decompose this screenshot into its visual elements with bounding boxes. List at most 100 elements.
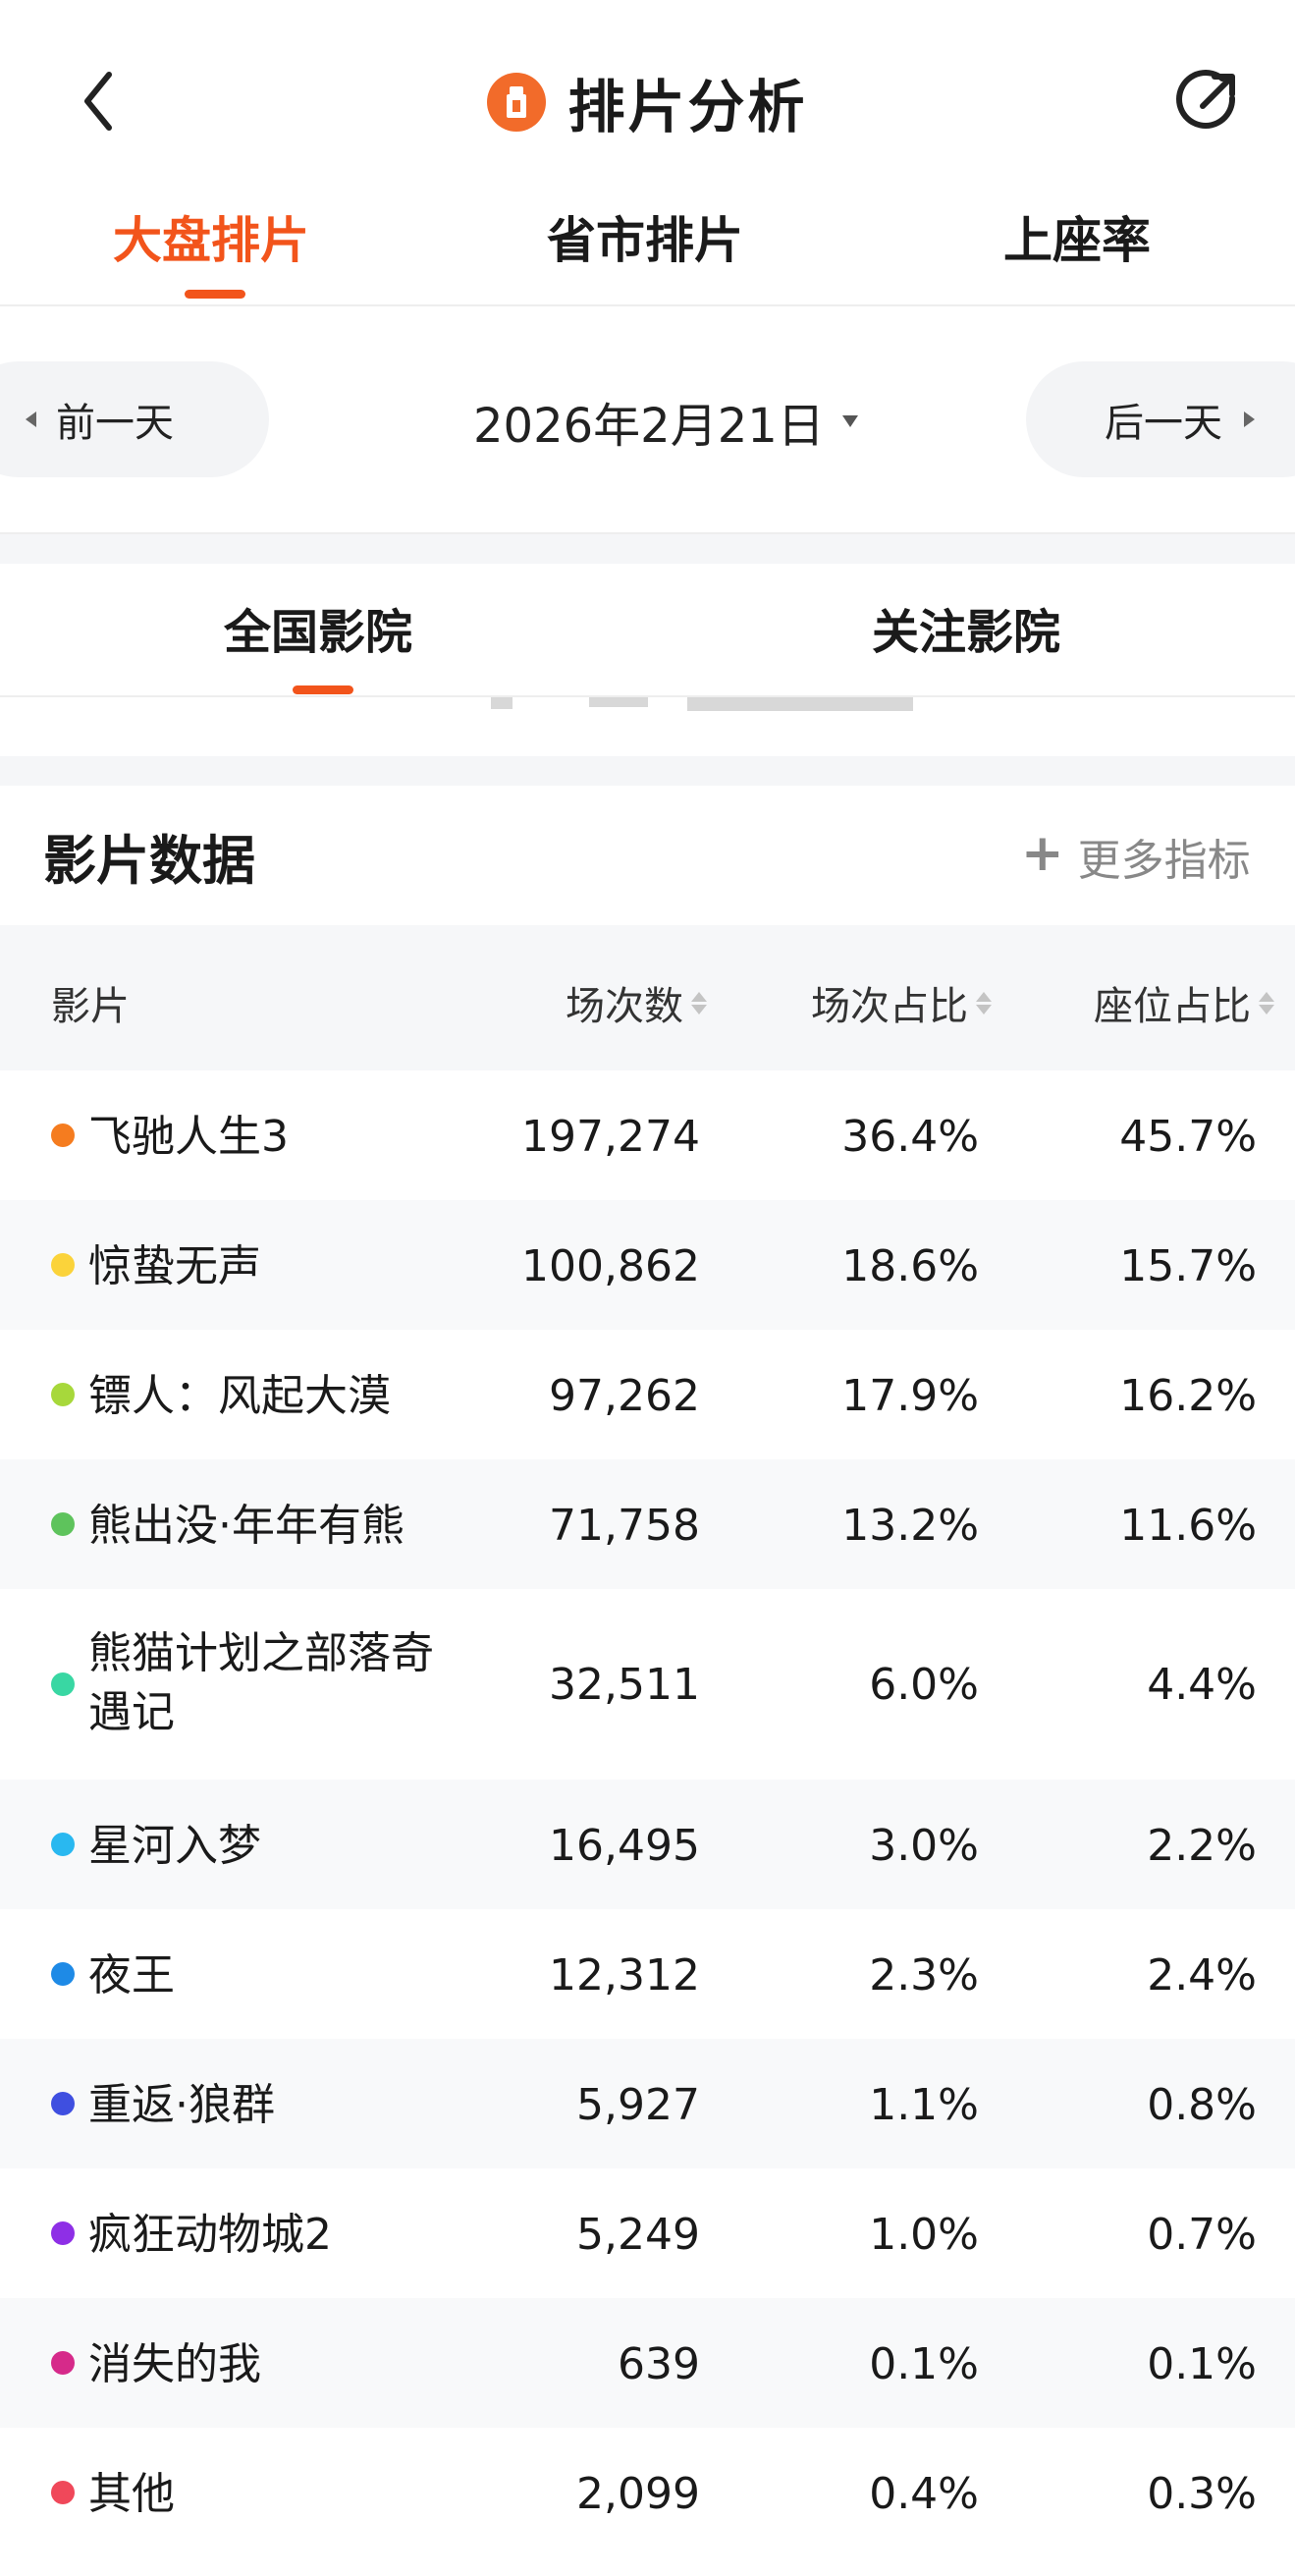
film-table: 飞驰人生3 197,274 36.4% 45.7% 惊蛰无声 100,862 1… — [0, 1070, 1295, 2557]
column-header-seat-share[interactable]: 座位占比 — [1094, 974, 1274, 1031]
tab-occupancy[interactable]: 上座率 — [1003, 201, 1151, 272]
seat-share-value: 15.7% — [1119, 1241, 1257, 1291]
share-button[interactable] — [1173, 67, 1242, 136]
column-header-film: 影片 — [51, 984, 130, 1029]
film-name: 惊蛰无声 — [88, 1241, 261, 1291]
table-row[interactable]: 其他 2,099 0.4% 0.3% — [0, 2428, 1295, 2557]
seat-share-value: 2.4% — [1147, 1950, 1257, 2001]
film-name: 熊出没·年年有熊 — [88, 1501, 405, 1551]
next-day-button[interactable]: 后一天 — [1026, 361, 1295, 477]
seat-share-value: 45.7% — [1119, 1112, 1257, 1162]
table-row[interactable]: 星河入梦 16,495 3.0% 2.2% — [0, 1780, 1295, 1909]
sort-icon — [691, 991, 707, 1014]
film-name: 熊猫计划之部落奇遇记 — [88, 1628, 434, 1737]
caret-right-icon — [1244, 411, 1255, 427]
show-share-value: 1.0% — [869, 2210, 979, 2260]
table-row[interactable]: 重返·狼群 5,927 1.1% 0.8% — [0, 2039, 1295, 2168]
sort-icon — [976, 991, 992, 1014]
column-header-show-share-label: 场次占比 — [811, 984, 968, 1029]
seat-share-value: 11.6% — [1119, 1501, 1257, 1551]
shows-value: 32,511 — [549, 1660, 700, 1710]
column-header-seat-share-label: 座位占比 — [1094, 984, 1251, 1029]
table-row[interactable]: 飞驰人生3 197,274 36.4% 45.7% — [0, 1070, 1295, 1200]
seat-share-value: 0.7% — [1147, 2210, 1257, 2260]
shows-value: 197,274 — [521, 1112, 700, 1162]
main-tabs: 大盘排片 省市排片 上座率 — [0, 187, 1295, 306]
seat-share-value: 2.2% — [1147, 1821, 1257, 1871]
table-row[interactable]: 镖人：风起大漠 97,262 17.9% 16.2% — [0, 1330, 1295, 1459]
show-share-value: 36.4% — [841, 1112, 979, 1162]
table-header: 影片 场次数 场次占比 座位占比 — [0, 925, 1295, 1070]
share-icon — [1176, 70, 1236, 129]
column-header-show-share[interactable]: 场次占比 — [811, 974, 992, 1031]
table-row[interactable]: 熊猫计划之部落奇遇记 32,511 6.0% 4.4% — [0, 1589, 1295, 1780]
table-row[interactable]: 消失的我 639 0.1% 0.1% — [0, 2298, 1295, 2428]
show-share-value: 18.6% — [841, 1241, 979, 1291]
caret-down-icon — [841, 415, 858, 427]
section-divider — [0, 534, 1295, 564]
cinema-scope-tabs: 全国影院 关注影院 — [0, 564, 1295, 697]
table-row[interactable]: 熊出没·年年有熊 71,758 13.2% 11.6% — [0, 1459, 1295, 1589]
film-name: 消失的我 — [88, 2339, 261, 2389]
date-picker[interactable]: 2026年2月21日 — [473, 387, 858, 456]
tab-market[interactable]: 大盘排片 — [113, 201, 309, 272]
previous-day-label: 前一天 — [56, 401, 174, 446]
app-header: 排片分析 — [0, 0, 1295, 196]
series-color-dot — [51, 1962, 75, 1986]
section-divider — [0, 756, 1295, 786]
shows-value: 100,862 — [521, 1241, 700, 1291]
series-color-dot — [51, 2092, 75, 2115]
film-name: 夜王 — [88, 1950, 175, 2001]
seat-share-value: 4.4% — [1147, 1660, 1257, 1710]
show-share-value: 3.0% — [869, 1821, 979, 1871]
show-share-value: 17.9% — [841, 1371, 979, 1421]
seat-share-value: 0.3% — [1147, 2469, 1257, 2519]
shows-value: 2,099 — [576, 2469, 700, 2519]
scrolled-content-remnant — [0, 697, 1295, 756]
shows-value: 5,927 — [576, 2080, 700, 2130]
shows-value: 16,495 — [549, 1821, 700, 1871]
film-name: 其他 — [88, 2469, 175, 2519]
series-color-dot — [51, 1124, 75, 1147]
shows-value: 5,249 — [576, 2210, 700, 2260]
seat-share-value: 0.1% — [1147, 2339, 1257, 2389]
caret-left-icon — [26, 411, 36, 427]
series-color-dot — [51, 2351, 75, 2375]
series-color-dot — [51, 1512, 75, 1536]
next-day-label: 后一天 — [1105, 401, 1222, 446]
film-name: 飞驰人生3 — [88, 1112, 289, 1162]
plus-icon: + — [1021, 824, 1064, 883]
table-row[interactable]: 夜王 12,312 2.3% 2.4% — [0, 1909, 1295, 2039]
more-metrics-button[interactable]: + 更多指标 — [1021, 824, 1251, 888]
series-color-dot — [51, 2221, 75, 2245]
tab-all-cinemas[interactable]: 全国影院 — [224, 593, 412, 662]
shows-value: 12,312 — [549, 1950, 700, 2001]
seat-share-value: 16.2% — [1119, 1371, 1257, 1421]
active-subtab-indicator — [293, 685, 353, 694]
film-name: 疯狂动物城2 — [88, 2210, 332, 2260]
show-share-value: 0.4% — [869, 2469, 979, 2519]
app-logo-icon — [487, 73, 547, 132]
table-row[interactable]: 疯狂动物城2 5,249 1.0% 0.7% — [0, 2168, 1295, 2298]
series-color-dot — [51, 1383, 75, 1406]
series-color-dot — [51, 1672, 75, 1696]
tab-province-city[interactable]: 省市排片 — [547, 201, 743, 272]
show-share-value: 1.1% — [869, 2080, 979, 2130]
series-color-dot — [51, 1833, 75, 1856]
film-name: 重返·狼群 — [88, 2080, 275, 2130]
shows-value: 97,262 — [549, 1371, 700, 1421]
film-name: 镖人：风起大漠 — [88, 1371, 391, 1421]
sort-icon — [1259, 991, 1274, 1014]
series-color-dot — [51, 1253, 75, 1277]
previous-day-button[interactable]: 前一天 — [0, 361, 269, 477]
more-metrics-label: 更多指标 — [1077, 836, 1251, 886]
seat-share-value: 0.8% — [1147, 2080, 1257, 2130]
active-tab-indicator — [185, 290, 245, 299]
series-color-dot — [51, 2481, 75, 2504]
table-row[interactable]: 惊蛰无声 100,862 18.6% 15.7% — [0, 1200, 1295, 1330]
show-share-value: 0.1% — [869, 2339, 979, 2389]
show-share-value: 13.2% — [841, 1501, 979, 1551]
tab-followed-cinemas[interactable]: 关注影院 — [872, 593, 1060, 662]
column-header-shows[interactable]: 场次数 — [566, 974, 707, 1031]
column-header-shows-label: 场次数 — [566, 984, 683, 1029]
